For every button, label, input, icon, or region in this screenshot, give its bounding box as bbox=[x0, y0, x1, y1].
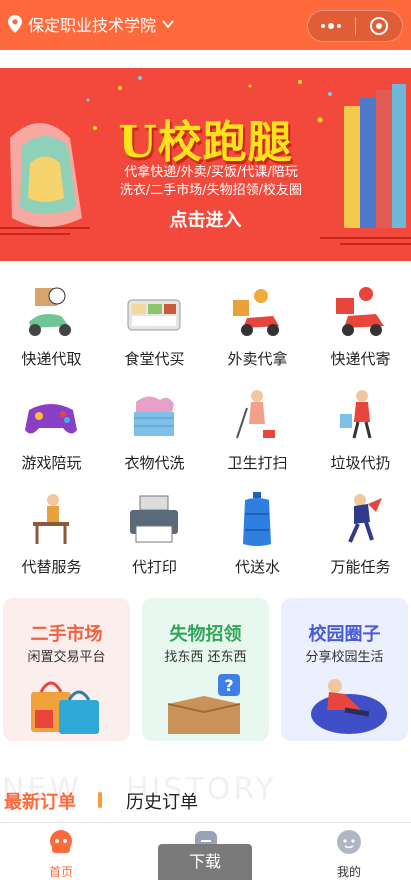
laundry-basket-icon bbox=[134, 396, 174, 436]
card-title: 失物招领 bbox=[169, 624, 242, 645]
express-rider-icon bbox=[336, 287, 384, 336]
service-water-delivery[interactable]: 代送水 bbox=[206, 486, 309, 586]
service-express-send[interactable]: 快递代寄 bbox=[309, 278, 411, 378]
card-title: 校园圈子 bbox=[308, 624, 381, 645]
service-takeout-pickup[interactable]: 外卖代拿 bbox=[206, 278, 309, 378]
more-dots-icon[interactable] bbox=[308, 23, 355, 29]
download-overlay-button[interactable]: 下载 bbox=[158, 844, 252, 880]
service-label: 食堂代买 bbox=[124, 350, 185, 368]
miniprogram-capsule bbox=[307, 10, 403, 42]
card-title: 二手市场 bbox=[30, 624, 103, 645]
vacuum-cleaner-icon bbox=[236, 390, 275, 439]
delivery-scooter-icon bbox=[29, 287, 71, 336]
banner-subtitle-line1: 代拿快递/外卖/买饭/代课/陪玩 bbox=[124, 165, 298, 180]
close-target-icon[interactable] bbox=[355, 17, 402, 35]
service-laundry[interactable]: 衣物代洗 bbox=[103, 382, 206, 482]
card-subtitle: 找东西 还东西 bbox=[164, 650, 247, 665]
service-label: 快递代取 bbox=[21, 350, 82, 368]
service-trash[interactable]: 垃圾代扔 bbox=[309, 382, 411, 482]
service-printing[interactable]: 代打印 bbox=[103, 486, 206, 586]
relaxing-person-icon bbox=[311, 679, 387, 734]
banner-title: U校跑腿 bbox=[118, 117, 293, 168]
service-canteen-buy[interactable]: 食堂代买 bbox=[103, 278, 206, 378]
student-desk-icon bbox=[33, 494, 69, 544]
card-subtitle: 闲置交易平台 bbox=[27, 650, 106, 665]
service-express-pickup[interactable]: 快递代取 bbox=[0, 278, 103, 378]
superhero-icon bbox=[348, 494, 382, 543]
service-substitute[interactable]: 代替服务 bbox=[0, 486, 103, 586]
nav-home[interactable]: 首页 bbox=[21, 829, 101, 880]
water-bottle-icon bbox=[243, 492, 271, 546]
profile-face-icon bbox=[337, 830, 361, 854]
service-label: 快递代寄 bbox=[330, 350, 391, 368]
printer-icon bbox=[130, 495, 178, 543]
top-bar: 保定职业技术学院 bbox=[0, 0, 411, 50]
service-label: 代送水 bbox=[234, 558, 280, 576]
service-label: 垃圾代扔 bbox=[330, 454, 391, 472]
nav-label: 首页 bbox=[48, 865, 73, 879]
meal-tray-icon bbox=[127, 299, 181, 331]
service-label: 外卖代拿 bbox=[227, 350, 288, 368]
card-subtitle: 分享校园生活 bbox=[305, 650, 384, 665]
tab-latest-orders[interactable]: 最新订单 bbox=[4, 788, 76, 814]
tab-history-orders[interactable]: 历史订单 bbox=[126, 788, 198, 814]
location-name: 保定职业技术学院 bbox=[28, 16, 157, 35]
home-mascot-icon bbox=[50, 830, 72, 853]
banner-enter-button[interactable]: 点击进入 bbox=[0, 206, 411, 232]
chevron-down-icon bbox=[162, 20, 174, 29]
service-label: 衣物代洗 bbox=[124, 454, 185, 472]
nav-label: 我的 bbox=[336, 865, 361, 879]
takeout-rider-icon bbox=[233, 289, 279, 336]
service-label: 代替服务 bbox=[21, 558, 82, 576]
tab-divider bbox=[98, 792, 102, 808]
card-second-hand-market[interactable]: 二手市场 闲置交易平台 bbox=[3, 598, 130, 741]
card-campus-circle[interactable]: 校园圈子 分享校园生活 bbox=[281, 598, 408, 741]
service-any-task[interactable]: 万能任务 bbox=[309, 486, 411, 586]
trash-carrier-icon bbox=[340, 390, 372, 439]
service-label: 代打印 bbox=[131, 558, 177, 576]
service-game-companion[interactable]: 游戏陪玩 bbox=[0, 382, 103, 482]
service-label: 卫生打扫 bbox=[227, 454, 288, 472]
gamepad-icon bbox=[25, 404, 77, 434]
shopping-bags-icon bbox=[31, 681, 99, 734]
question-box-icon: ? bbox=[167, 674, 241, 734]
service-cleaning[interactable]: 卫生打扫 bbox=[206, 382, 309, 482]
service-label: 游戏陪玩 bbox=[21, 454, 82, 472]
location-pin-icon bbox=[8, 15, 22, 33]
service-label: 万能任务 bbox=[330, 558, 391, 576]
location-selector[interactable]: 保定职业技术学院 bbox=[8, 12, 174, 36]
svg-text:?: ? bbox=[224, 676, 233, 695]
banner-subtitle-line2: 洗衣/二手市场/失物招领/校友圈 bbox=[119, 183, 303, 198]
card-lost-and-found[interactable]: 失物招领 找东西 还东西 ? bbox=[142, 598, 269, 741]
nav-profile[interactable]: 我的 bbox=[309, 829, 389, 880]
promo-banner[interactable]: U校跑腿 代拿快递/外卖/买饭/代课/陪玩 洗衣/二手市场/失物招领/校友圈 点… bbox=[0, 68, 411, 261]
